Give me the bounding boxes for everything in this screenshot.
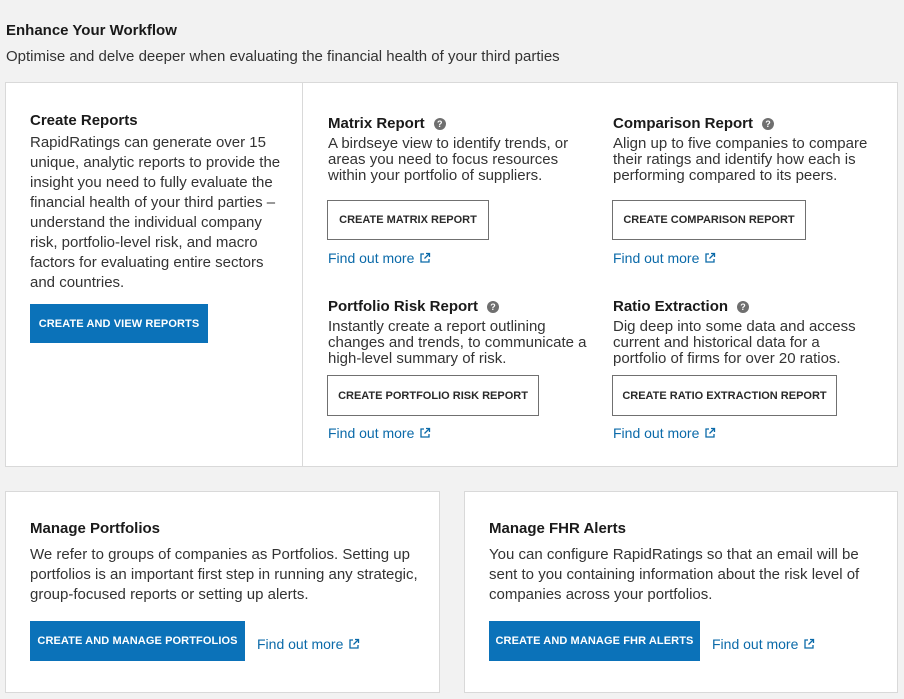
portfolio-risk-report-heading: Portfolio Risk Report ? bbox=[328, 298, 500, 315]
create-reports-description: RapidRatings can generate over 15 unique… bbox=[30, 134, 281, 291]
matrix-report-title: Matrix Report bbox=[328, 115, 425, 132]
comparison-report-title: Comparison Report bbox=[613, 115, 754, 132]
external-link-icon bbox=[420, 427, 431, 438]
ratio-extraction-title: Ratio Extraction bbox=[613, 298, 729, 315]
external-link-icon bbox=[804, 638, 815, 649]
manage-portfolios-card: Manage Portfolios We refer to groups of … bbox=[5, 491, 440, 693]
portfolio-risk-report-find-out-more-link[interactable]: Find out more bbox=[328, 425, 431, 441]
comparison-report-description: Align up to five companies to compare th… bbox=[613, 135, 868, 184]
external-link-icon bbox=[705, 252, 716, 263]
find-out-more-label: Find out more bbox=[328, 425, 415, 441]
help-icon[interactable]: ? bbox=[762, 117, 775, 130]
page-title: Enhance Your Workflow bbox=[6, 22, 177, 39]
external-link-icon bbox=[705, 427, 716, 438]
create-and-view-reports-button[interactable]: CREATE AND VIEW REPORTS bbox=[30, 304, 208, 343]
create-and-manage-fhr-alerts-button[interactable]: CREATE AND MANAGE FHR ALERTS bbox=[489, 621, 700, 661]
manage-fhr-alerts-title: Manage FHR Alerts bbox=[489, 520, 626, 537]
matrix-report-heading: Matrix Report ? bbox=[328, 115, 446, 132]
matrix-report-description: A birdseye view to identify trends, or a… bbox=[328, 135, 569, 184]
create-matrix-report-button[interactable]: CREATE MATRIX REPORT bbox=[327, 200, 489, 240]
help-icon[interactable]: ? bbox=[737, 300, 750, 313]
manage-fhr-alerts-find-out-more-link[interactable]: Find out more bbox=[712, 636, 815, 652]
create-portfolio-risk-report-button[interactable]: CREATE PORTFOLIO RISK REPORT bbox=[327, 375, 539, 416]
find-out-more-label: Find out more bbox=[328, 250, 415, 266]
find-out-more-label: Find out more bbox=[613, 425, 700, 441]
create-ratio-extraction-report-button[interactable]: CREATE RATIO EXTRACTION REPORT bbox=[612, 375, 837, 416]
find-out-more-label: Find out more bbox=[257, 636, 344, 652]
find-out-more-label: Find out more bbox=[712, 636, 799, 652]
help-icon[interactable]: ? bbox=[487, 300, 500, 313]
manage-portfolios-find-out-more-link[interactable]: Find out more bbox=[257, 636, 360, 652]
reports-card: Create Reports RapidRatings can generate… bbox=[5, 82, 898, 467]
external-link-icon bbox=[420, 252, 431, 263]
help-icon[interactable]: ? bbox=[433, 117, 446, 130]
manage-fhr-alerts-description: You can configure RapidRatings so that a… bbox=[489, 546, 860, 603]
manage-fhr-alerts-card: Manage FHR Alerts You can configure Rapi… bbox=[464, 491, 898, 693]
find-out-more-label: Find out more bbox=[613, 250, 700, 266]
comparison-report-heading: Comparison Report ? bbox=[613, 115, 775, 132]
matrix-report-find-out-more-link[interactable]: Find out more bbox=[328, 250, 431, 266]
portfolio-risk-report-description: Instantly create a report outlining chan… bbox=[328, 318, 587, 367]
create-and-manage-portfolios-button[interactable]: CREATE AND MANAGE PORTFOLIOS bbox=[30, 621, 245, 661]
ratio-extraction-description: Dig deep into some data and access curre… bbox=[613, 318, 856, 367]
create-reports-panel: Create Reports RapidRatings can generate… bbox=[6, 83, 303, 466]
page-subtitle: Optimise and delve deeper when evaluatin… bbox=[6, 48, 560, 65]
ratio-extraction-find-out-more-link[interactable]: Find out more bbox=[613, 425, 716, 441]
manage-portfolios-description: We refer to groups of companies as Portf… bbox=[30, 546, 418, 603]
workflow-page: Enhance Your Workflow Optimise and delve… bbox=[0, 0, 904, 699]
ratio-extraction-heading: Ratio Extraction ? bbox=[613, 298, 750, 315]
manage-portfolios-title: Manage Portfolios bbox=[30, 520, 161, 537]
create-comparison-report-button[interactable]: CREATE COMPARISON REPORT bbox=[612, 200, 806, 240]
portfolio-risk-report-title: Portfolio Risk Report bbox=[328, 298, 479, 315]
comparison-report-find-out-more-link[interactable]: Find out more bbox=[613, 250, 716, 266]
external-link-icon bbox=[349, 638, 360, 649]
create-reports-title: Create Reports bbox=[30, 112, 138, 129]
